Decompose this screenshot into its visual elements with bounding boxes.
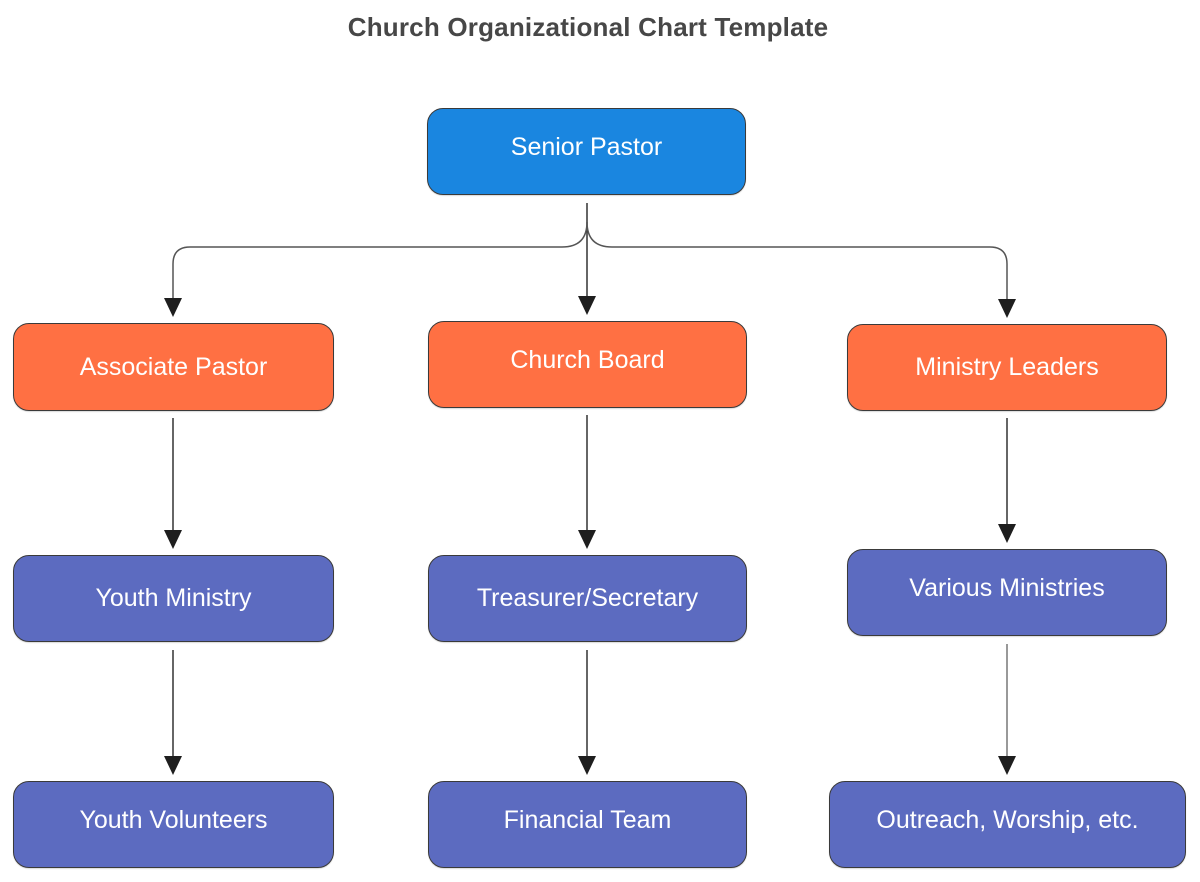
arrowhead-icon (578, 530, 596, 549)
arrowhead-icon (998, 299, 1016, 318)
node-label: Financial Team (503, 806, 672, 834)
node-label: Outreach, Worship, etc. (876, 806, 1139, 834)
node-senior-pastor[interactable]: Senior Pastor (427, 108, 746, 195)
arrowhead-icon (998, 524, 1016, 543)
arrowhead-icon (578, 296, 596, 315)
node-label: Youth Ministry (95, 584, 252, 612)
node-label: Senior Pastor (510, 133, 663, 161)
arrowhead-icon (578, 756, 596, 775)
node-label: Treasurer/Secretary (476, 584, 699, 612)
node-financial-team[interactable]: Financial Team (428, 781, 747, 868)
arrowhead-icon (164, 298, 182, 317)
node-label: Associate Pastor (79, 352, 268, 381)
node-outreach-worship[interactable]: Outreach, Worship, etc. (829, 781, 1186, 868)
node-associate-pastor[interactable]: Associate Pastor (13, 323, 334, 411)
arrowhead-icon (998, 756, 1016, 775)
node-label: Various Ministries (909, 574, 1105, 602)
connector-senior-to-associate (172, 221, 588, 298)
node-ministry-leaders[interactable]: Ministry Leaders (847, 324, 1167, 411)
arrowhead-icon (164, 530, 182, 549)
node-church-board[interactable]: Church Board (428, 321, 747, 408)
connector-senior-to-leaders (586, 221, 1008, 301)
node-label: Ministry Leaders (915, 353, 1099, 381)
node-label: Youth Volunteers (79, 806, 268, 834)
node-treasurer-secretary[interactable]: Treasurer/Secretary (428, 555, 747, 642)
node-label: Church Board (510, 346, 665, 374)
node-various-ministries[interactable]: Various Ministries (847, 549, 1167, 636)
node-youth-ministry[interactable]: Youth Ministry (13, 555, 334, 642)
node-youth-volunteers[interactable]: Youth Volunteers (13, 781, 334, 868)
arrowhead-icon (164, 756, 182, 775)
